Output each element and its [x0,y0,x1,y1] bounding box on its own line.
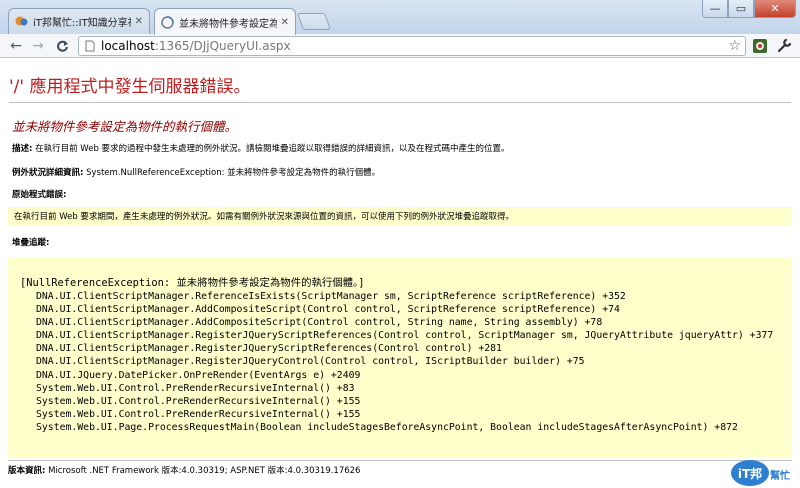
source-error-box: 在執行目前 Web 要求期間，產生未處理的例外狀況。如需有關例外狀況來源與位置的… [8,207,792,225]
exception-line: 例外狀況詳細資訊: System.NullReferenceException:… [12,166,380,178]
url-path: :1365/DJjQueryUI.aspx [154,39,291,53]
bookmark-star-icon[interactable]: ☆ [728,38,741,54]
description-text: 在執行目前 Web 要求的過程中發生未處理的例外狀況。請檢閱堆疊追蹤以取得錯誤的… [35,144,510,154]
reload-glyph [56,40,68,52]
stack-trace-line: System.Web.UI.Page.ProcessRequestMain(Bo… [36,421,738,433]
description-line: 描述: 在執行目前 Web 要求的過程中發生未處理的例外狀況。請檢閱堆疊追蹤以取… [12,142,510,154]
source-error-text: 在執行目前 Web 要求期間，產生未處理的例外狀況。如需有關例外狀況來源與位置的… [14,212,514,222]
stack-trace-line: System.Web.UI.Control.PreRenderRecursive… [36,382,355,394]
stack-trace-box: [NullReferenceException: 並未將物件參考設定為物件的執行… [8,257,792,457]
tab-close-icon[interactable]: ✕ [281,17,289,28]
stack-trace-line: DNA.UI.ClientScriptManager.AddCompositeS… [36,304,620,316]
source-error-heading: 原始程式錯誤: [12,188,66,200]
stack-trace-line: DNA.UI.ClientScriptManager.ReferenceIsEx… [36,291,626,302]
forward-arrow-icon[interactable]: → [28,36,48,56]
url-host: localhost [101,39,155,53]
minimize-button[interactable]: — [702,0,728,18]
stack-trace-line: DNA.UI.JQuery.DatePicker.OnPreRender(Eve… [36,369,361,381]
tab-close-icon[interactable]: ✕ [135,16,143,27]
back-arrow-icon[interactable]: ← [6,36,26,56]
source-label: 原始程式錯誤: [12,190,67,200]
maximize-button[interactable]: ▭ [728,0,754,18]
stack-label: 堆疊追蹤: [12,238,50,248]
page-icon [85,40,95,52]
tab-label: iT邦幫忙::IT知識分享社群 [33,18,131,29]
stack-trace-line: DNA.UI.ClientScriptManager.AddCompositeS… [36,317,603,329]
ithelp-watermark-logo: iT邦 幫忙 [731,460,790,486]
stack-trace-heading: 堆疊追蹤: [12,236,49,248]
description-label: 描述: [12,144,33,154]
wrench-icon[interactable] [775,37,793,55]
page-title: '/' 應用程式中發生伺服器錯誤。 [9,77,251,97]
stack-trace-line: DNA.UI.ClientScriptManager.RegisterJQuer… [36,343,502,355]
error-subtitle: 並未將物件參考設定為物件的執行個體。 [12,119,238,134]
address-bar[interactable]: localhost:1365/DJjQueryUI.aspx ☆ [78,36,746,56]
close-window-button[interactable]: ✕ [754,0,796,18]
ithome-favicon-icon [15,16,28,26]
stack-trace-line: DNA.UI.ClientScriptManager.RegisterJQuer… [36,330,774,342]
logo-brand-text: iT邦 [738,466,762,481]
exception-label: 例外狀況詳細資訊: [12,168,84,178]
tab-ithome[interactable]: iT邦幫忙::IT知識分享社群 ✕ [8,8,150,34]
extension-icon[interactable] [751,37,769,55]
page-favicon-icon [161,15,174,29]
reload-icon[interactable] [52,36,72,56]
new-tab-button[interactable] [296,13,332,30]
error-page: '/' 應用程式中發生伺服器錯誤。 並未將物件參考設定為物件的執行個體。 描述:… [0,58,800,488]
tab-error-page[interactable]: 並未將物件參考設定為物件 ✕ [154,8,296,35]
footer-divider [8,460,792,461]
stack-trace-line: DNA.UI.ClientScriptManager.RegisterJQuer… [36,356,585,368]
browser-toolbar: ← → localhost:1365/DJjQueryUI.aspx ☆ [0,34,800,58]
version-label: 版本資訊: [8,466,46,476]
title-bar: iT邦幫忙::IT知識分享社群 ✕ 並未將物件參考設定為物件 ✕ — ▭ ✕ [0,0,800,35]
version-info: 版本資訊: Microsoft .NET Framework 版本:4.0.30… [8,464,360,476]
stack-trace-header: [NullReferenceException: 並未將物件參考設定為物件的執行… [20,277,365,289]
version-text: Microsoft .NET Framework 版本:4.0.30319; A… [48,466,361,476]
tab-label: 並未將物件參考設定為物件 [179,18,277,30]
logo-sub-text: 幫忙 [770,469,790,482]
exception-text: System.NullReferenceException: 並未將物件參考設定… [86,168,381,178]
title-divider [9,102,791,103]
stack-trace-line: System.Web.UI.Control.PreRenderRecursive… [36,395,361,407]
stack-trace-line: System.Web.UI.Control.PreRenderRecursive… [36,408,361,420]
window-controls: — ▭ ✕ [702,0,796,18]
